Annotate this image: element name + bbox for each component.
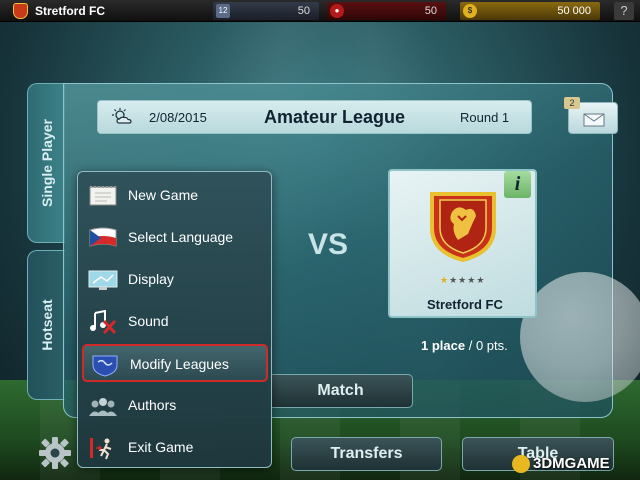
match-button[interactable]: Match bbox=[268, 374, 413, 408]
versus-label: VS bbox=[308, 228, 349, 261]
tab-hotseat[interactable]: Hotseat bbox=[27, 250, 65, 400]
rating-star: ★ bbox=[449, 275, 459, 285]
people-icon bbox=[89, 398, 117, 416]
league-name: Amateur League bbox=[264, 107, 406, 127]
tab-single-player[interactable]: Single Player bbox=[27, 83, 65, 243]
menu-item-label: New Game bbox=[128, 187, 199, 203]
topbar-club-name: Stretford FC bbox=[35, 4, 105, 18]
flag-icon bbox=[89, 227, 117, 247]
menu-item-new-game[interactable]: New Game bbox=[82, 177, 268, 215]
notepad-icon bbox=[89, 186, 117, 206]
rating-star: ★ bbox=[476, 275, 486, 285]
menu-item-sound[interactable]: Sound bbox=[82, 303, 268, 341]
menu-item-label: Sound bbox=[128, 313, 169, 329]
menu-item-display[interactable]: Display bbox=[82, 261, 268, 299]
menu-item-label: Display bbox=[128, 271, 174, 287]
menu-item-exit-game[interactable]: Exit Game bbox=[82, 429, 268, 467]
watermark-text: 3DMGAME bbox=[533, 455, 610, 472]
soccer-ball-decoration bbox=[520, 272, 640, 402]
menu-item-modify-leagues[interactable]: Modify Leagues bbox=[82, 344, 268, 382]
stat-money: $ 50 000 bbox=[460, 2, 600, 20]
exit-door-icon bbox=[90, 438, 112, 460]
club-crest-small-icon bbox=[13, 3, 28, 19]
stat-money-value: 50 000 bbox=[557, 5, 591, 17]
standing-separator: / bbox=[465, 338, 476, 353]
display-icon bbox=[88, 270, 118, 290]
rating-star: ★ bbox=[458, 275, 468, 285]
music-note-muted-icon bbox=[90, 310, 117, 334]
menu-item-label: Select Language bbox=[128, 229, 234, 245]
watermark: 3DMGAME bbox=[512, 455, 610, 474]
transfers-button[interactable]: Transfers bbox=[291, 437, 442, 471]
stat-shirts-value: 50 bbox=[297, 5, 310, 17]
round-label: Round 1 bbox=[460, 110, 510, 125]
coin-icon: $ bbox=[463, 4, 477, 18]
rating-star: ★ bbox=[467, 275, 477, 285]
club-info-button[interactable]: i bbox=[504, 171, 531, 198]
weather-sun-cloud-icon bbox=[112, 108, 132, 124]
stat-shirts: 12 50 bbox=[213, 2, 319, 20]
club-standing: 1 place / 0 pts. bbox=[421, 338, 508, 353]
standing-place: 1 place bbox=[421, 338, 466, 353]
menu-item-select-language[interactable]: Select Language bbox=[82, 219, 268, 257]
watermark-logo-icon bbox=[512, 455, 530, 474]
tab-hotseat-label: Hotseat bbox=[38, 299, 55, 351]
tab-single-player-label: Single Player bbox=[38, 119, 55, 207]
menu-item-authors[interactable]: Authors bbox=[82, 387, 268, 425]
rating-star: ★ bbox=[440, 275, 450, 285]
gear-icon[interactable] bbox=[38, 436, 72, 470]
current-date: 2/08/2015 bbox=[149, 110, 207, 125]
help-button[interactable]: ? bbox=[614, 2, 634, 20]
settings-menu: New Game Select Language Display Sound M… bbox=[77, 171, 272, 468]
club-card-name: Stretford FC bbox=[427, 297, 503, 312]
menu-item-label: Exit Game bbox=[128, 439, 194, 455]
football-icon: ● bbox=[330, 4, 344, 18]
club-crest-icon bbox=[430, 192, 496, 262]
menu-item-label: Authors bbox=[128, 397, 177, 413]
shirt-number-icon: 12 bbox=[216, 4, 230, 18]
stat-balls-value: 50 bbox=[424, 5, 437, 17]
menu-item-label: Modify Leagues bbox=[130, 356, 229, 372]
club-rating-stars: ★★★★★ bbox=[440, 275, 485, 286]
stat-balls: ● 50 bbox=[327, 2, 446, 20]
mail-count-badge: 2 bbox=[564, 97, 580, 109]
standing-points: 0 pts. bbox=[475, 338, 508, 353]
league-map-icon bbox=[92, 355, 118, 377]
top-bar: Stretford FC 12 50 ● 50 $ 50 000 ? bbox=[0, 0, 640, 22]
envelope-icon bbox=[583, 113, 605, 127]
